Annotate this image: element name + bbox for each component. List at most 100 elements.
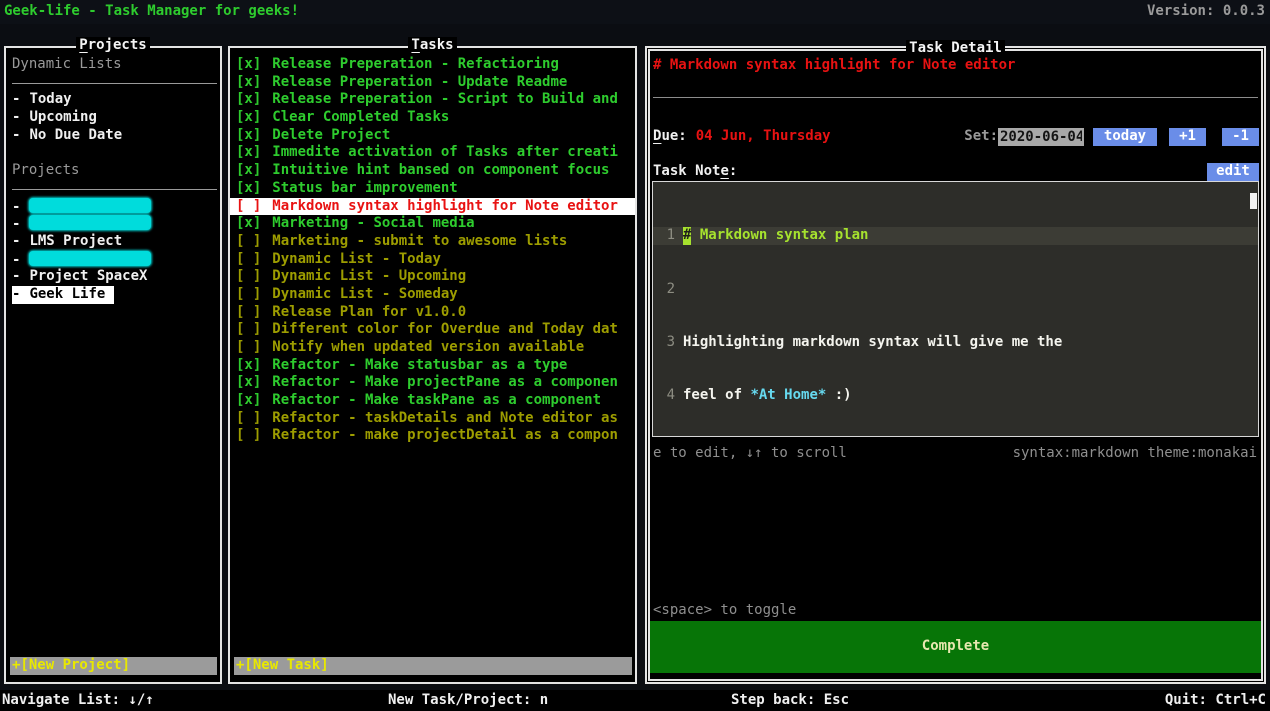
task-row[interactable]: [ ] Release Plan for v1.0.0 [230, 304, 635, 322]
due-date-row: Due: 04 Jun, Thursday Set: today +1 -1 [653, 128, 1259, 146]
task-detail-panel-title: Task Detail [650, 40, 1261, 58]
task-row[interactable]: [x]Refactor - Make taskPane as a compone… [230, 392, 635, 410]
task-checkbox[interactable]: [ ] [236, 321, 261, 337]
task-label: Marketing - Social media [272, 215, 474, 231]
task-checkbox[interactable]: [x] [236, 56, 261, 72]
minus-one-day-button[interactable]: -1 [1222, 128, 1259, 146]
task-checkbox[interactable]: [x] [236, 91, 261, 107]
task-checkbox[interactable]: [ ] [236, 198, 261, 214]
task-row[interactable]: [x]Intuitive hint bansed on component fo… [230, 162, 635, 180]
task-row[interactable]: [ ]Markdown syntax highlight for Note ed… [230, 198, 635, 216]
task-label: Release Plan for v1.0.0 [272, 304, 466, 320]
task-row[interactable]: [x]Immedite activation of Tasks after cr… [230, 144, 635, 162]
task-row[interactable]: [ ]Marketing - submit to awesome lists [230, 233, 635, 251]
project-row[interactable]: - [6, 215, 220, 233]
task-row[interactable]: [x]Release Preperation - Script to Build… [230, 91, 635, 109]
dynamic-list-label: No Due Date [29, 127, 122, 143]
app-window: Geek-life - Task Manager for geeks! Vers… [0, 0, 1270, 711]
hint-quit: Quit: Ctrl+C [1165, 692, 1266, 710]
dynamic-list-item[interactable]: -Upcoming [6, 109, 220, 127]
version-label: Version: 0.0.3 [1147, 3, 1265, 21]
due-date-value: 04 Jun, Thursday [696, 128, 831, 146]
list-bullet: - [12, 216, 20, 232]
task-row[interactable]: [ ]Different color for Overdue and Today… [230, 321, 635, 339]
task-checkbox[interactable]: [ ] [236, 410, 261, 426]
task-row[interactable]: [x] Refactor - Make statusbar as a type [230, 357, 635, 375]
task-checkbox[interactable]: [ ] [236, 268, 261, 284]
task-row[interactable]: [ ]Dynamic List - Upcoming [230, 268, 635, 286]
task-row[interactable]: [ ] Refactor - make projectDetail as a co… [230, 427, 635, 445]
toggle-hint: <space> to toggle [653, 602, 796, 620]
set-label: Set: [964, 128, 998, 146]
task-detail-heading: # Markdown syntax highlight for Note edi… [653, 57, 1015, 75]
task-checkbox[interactable]: [x] [236, 357, 261, 373]
projects-panel: Projects Dynamic Lists -Today -Upcoming … [4, 46, 222, 684]
task-row[interactable]: [x] Marketing - Social media [230, 215, 635, 233]
task-label: Refactor - make projectDetail as a compo… [272, 427, 618, 443]
task-label: Release Preperation - Refactioring [272, 56, 559, 72]
dynamic-list-item[interactable]: -No Due Date [6, 127, 220, 145]
task-label: Dynamic List - Today [272, 251, 441, 267]
edit-note-button[interactable]: edit [1207, 163, 1259, 181]
new-task-button[interactable]: +[New Task] [234, 657, 632, 675]
task-checkbox[interactable]: [ ] [236, 427, 261, 443]
tasks-panel: Tasks [x]Release Preperation - Refactior… [228, 46, 637, 684]
list-bullet: - [12, 109, 20, 125]
task-checkbox[interactable]: [x] [236, 109, 261, 125]
task-checkbox[interactable]: [ ] [236, 339, 261, 355]
spacer-row [6, 144, 220, 162]
task-checkbox[interactable]: [ ] [236, 251, 261, 267]
task-checkbox[interactable]: [x] [236, 162, 261, 178]
hint-step-back: Step back: Esc [731, 692, 849, 710]
task-row[interactable]: [x]Release Preperation - Update Readme [230, 74, 635, 92]
editor-line: 1# Markdown syntax plan [653, 227, 1258, 245]
project-row[interactable]: -Project SpaceX [6, 268, 220, 286]
projects-list: Dynamic Lists -Today -Upcoming -No Due D… [6, 48, 220, 682]
dynamic-list-item[interactable]: -Today [6, 91, 220, 109]
task-row[interactable]: [ ] Refactor - taskDetails and Note edito… [230, 410, 635, 428]
note-editor[interactable]: 1# Markdown syntax plan 2 3Highlighting … [652, 181, 1259, 437]
task-checkbox[interactable]: [x] [236, 374, 261, 390]
task-row[interactable]: [x]Status bar improvement [230, 180, 635, 198]
task-checkbox[interactable]: [x] [236, 127, 261, 143]
project-label: Geek Life [29, 286, 105, 302]
task-checkbox[interactable]: [x] [236, 215, 261, 231]
complete-button[interactable]: Complete [650, 621, 1261, 673]
task-checkbox[interactable]: [x] [236, 392, 261, 408]
task-row[interactable]: [ ] Notify when updated version available [230, 339, 635, 357]
app-title: Geek-life - Task Manager for geeks! [4, 3, 299, 21]
task-checkbox[interactable]: [x] [236, 180, 261, 196]
task-label: Notify when updated version available [272, 339, 584, 355]
today-button[interactable]: today [1093, 128, 1157, 146]
editor-scrollbar-thumb[interactable] [1250, 193, 1257, 209]
task-checkbox[interactable]: [x] [236, 144, 261, 160]
list-bullet: - [12, 286, 20, 302]
task-checkbox[interactable]: [ ] [236, 233, 261, 249]
task-detail-panel: Task Detail # Markdown syntax highlight … [645, 46, 1266, 684]
status-bar: Navigate List: ↓/↑ New Task/Project: n S… [0, 690, 1270, 711]
task-row[interactable]: [x]Delete Project [230, 127, 635, 145]
project-row[interactable]: -LMS Project [6, 233, 220, 251]
due-date-input[interactable] [998, 128, 1084, 146]
redacted-project-label [29, 251, 151, 266]
task-label: Refactor - Make statusbar as a type [272, 357, 567, 373]
dynamic-list-label: Today [29, 91, 71, 107]
task-checkbox[interactable]: [ ] [236, 286, 261, 302]
task-row[interactable]: [x] Release Preperation - Refactioring [230, 56, 635, 74]
task-row[interactable]: [ ] Dynamic List - Today [230, 251, 635, 269]
task-row[interactable]: [ ]Dynamic List - Someday [230, 286, 635, 304]
project-row[interactable]: -Geek Life [6, 286, 220, 304]
redacted-project-label [29, 215, 151, 230]
task-checkbox[interactable]: [ ] [236, 304, 261, 320]
plus-one-day-button[interactable]: +1 [1169, 128, 1206, 146]
hint-new-task: New Task/Project: n [388, 692, 548, 710]
new-project-button[interactable]: +[New Project] [10, 657, 217, 675]
task-row[interactable]: [x]Clear Completed Tasks [230, 109, 635, 127]
project-row[interactable]: - [6, 198, 220, 216]
list-bullet: - [12, 91, 20, 107]
task-checkbox[interactable]: [x] [236, 74, 261, 90]
project-row[interactable]: - [6, 251, 220, 269]
task-row[interactable]: [x]Refactor - Make projectPane as a comp… [230, 374, 635, 392]
tasks-list: [x] Release Preperation - Refactioring [x… [230, 48, 635, 682]
task-label: Refactor - taskDetails and Note editor a… [272, 410, 618, 426]
